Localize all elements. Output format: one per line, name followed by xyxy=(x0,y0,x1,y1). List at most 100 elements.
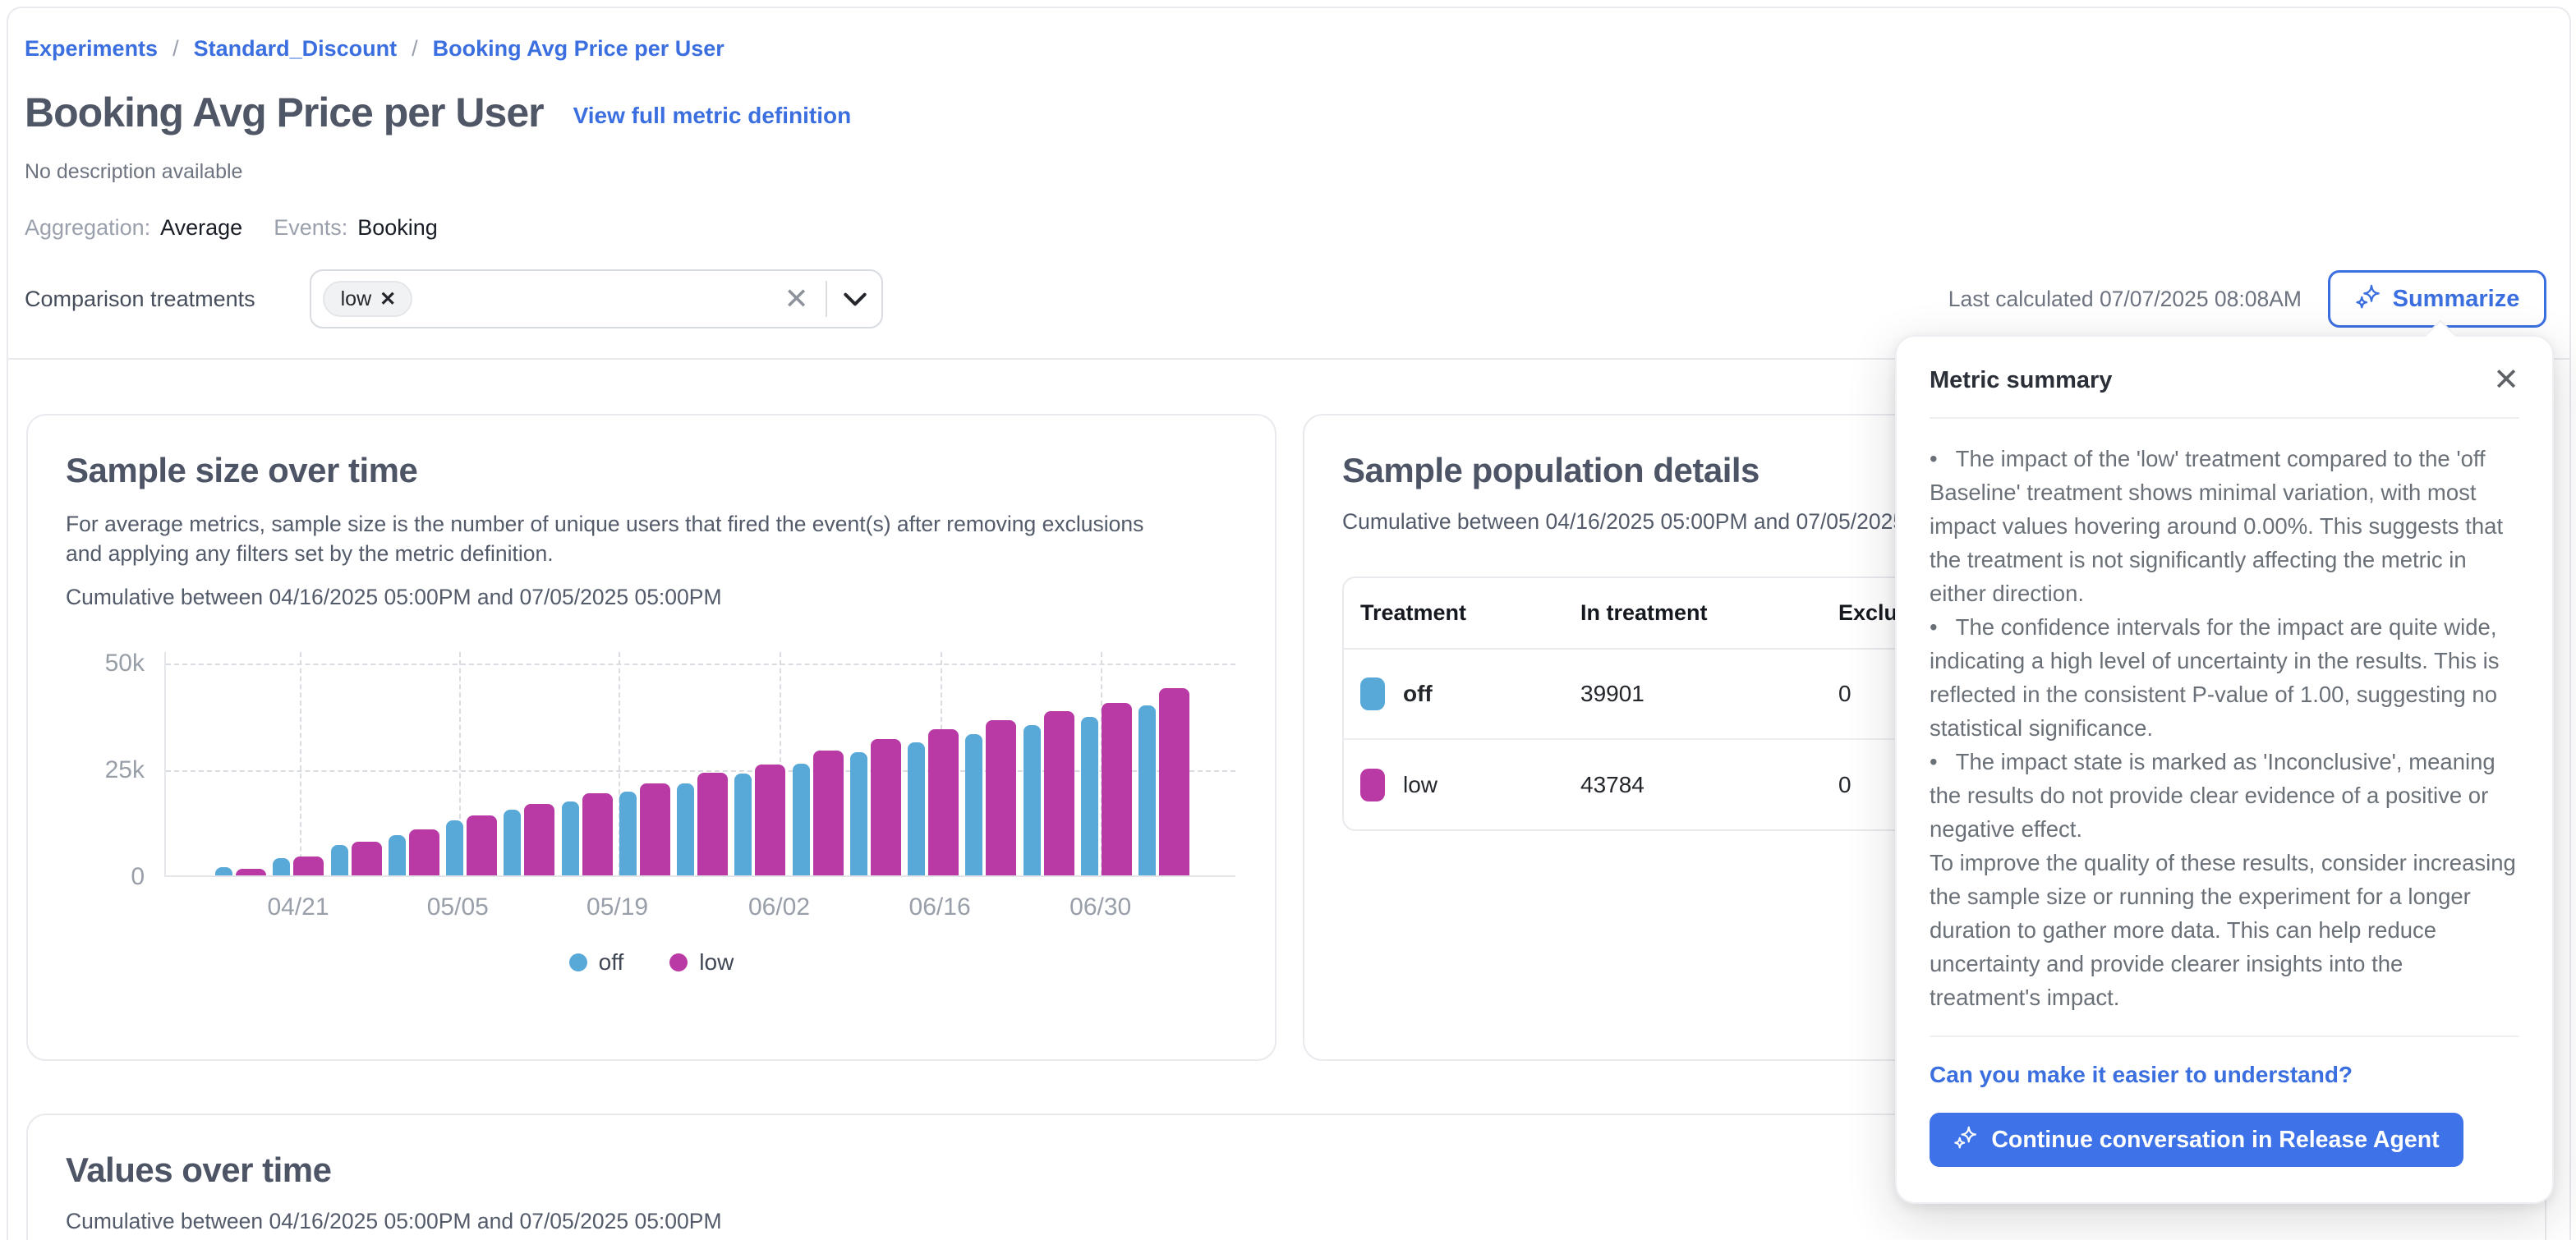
view-metric-definition-link[interactable]: View full metric definition xyxy=(573,103,852,129)
chip-remove-icon[interactable]: ✕ xyxy=(380,287,396,311)
bar-low[interactable] xyxy=(697,773,728,875)
bar-low[interactable] xyxy=(524,804,554,875)
comparison-treatments-select[interactable]: low ✕ ✕ xyxy=(310,269,883,328)
sparkles-icon xyxy=(2355,282,2381,315)
bar-off[interactable] xyxy=(504,810,521,875)
bar-low[interactable] xyxy=(352,842,382,875)
bar-off[interactable] xyxy=(793,764,810,875)
chart-plot-area: 025k50k xyxy=(164,652,1235,877)
breadcrumb-separator: / xyxy=(412,34,418,62)
bar-group xyxy=(619,783,670,875)
legend-label: off xyxy=(599,949,624,976)
breadcrumb-item[interactable]: Booking Avg Price per User xyxy=(433,34,724,62)
treatment-name: off xyxy=(1403,681,1433,707)
bar-group xyxy=(273,857,324,875)
values-over-time-cumulative: Cumulative between 04/16/2025 05:00PM an… xyxy=(66,1207,2507,1235)
bar-off[interactable] xyxy=(389,835,406,875)
bar-group xyxy=(908,729,959,875)
summarize-button[interactable]: Summarize xyxy=(2328,270,2546,328)
bar-low[interactable] xyxy=(755,765,785,875)
x-axis-tick-label: 06/30 xyxy=(1070,893,1131,921)
bar-off[interactable] xyxy=(677,783,694,875)
clear-icon[interactable]: ✕ xyxy=(784,284,808,314)
last-calculated-text: Last calculated 07/07/2025 08:08AM xyxy=(1948,287,2302,312)
select-divider xyxy=(826,281,827,317)
y-axis-tick-label: 50k xyxy=(105,650,145,677)
easier-to-understand-link[interactable]: Can you make it easier to understand? xyxy=(1930,1062,2353,1088)
x-axis-tick-label: 04/21 xyxy=(267,893,329,921)
in-treatment-value: 43784 xyxy=(1564,739,1822,829)
popover-divider-top xyxy=(1930,417,2519,419)
bar-group xyxy=(850,739,901,875)
bar-low[interactable] xyxy=(293,857,324,875)
bar-off[interactable] xyxy=(215,867,232,875)
popover-divider-bottom xyxy=(1930,1036,2519,1037)
legend-item-off[interactable]: off xyxy=(569,949,624,976)
chart-x-axis-labels: 04/2105/0505/1906/0206/1606/30 xyxy=(164,893,1235,926)
sample-size-chart: 025k50k 04/2105/0505/1906/0206/1606/30 o… xyxy=(66,652,1237,976)
sample-size-card: Sample size over time For average metric… xyxy=(26,414,1276,1061)
metric-meta: Aggregation: Average Events: Booking xyxy=(25,214,2546,241)
breadcrumb-item[interactable]: Standard_Discount xyxy=(194,34,398,62)
bar-off[interactable] xyxy=(331,845,348,875)
legend-item-low[interactable]: low xyxy=(669,949,734,976)
close-icon[interactable]: ✕ xyxy=(2493,365,2519,396)
table-header: In treatment xyxy=(1564,578,1822,649)
bar-low[interactable] xyxy=(467,815,497,875)
aggregation-label: Aggregation: xyxy=(25,214,150,241)
bar-off[interactable] xyxy=(1138,705,1156,875)
bar-off[interactable] xyxy=(1024,725,1041,875)
bar-low[interactable] xyxy=(582,793,613,875)
metric-summary-popover: Metric summary ✕ The impact of the 'low'… xyxy=(1895,335,2554,1204)
aggregation-value: Average xyxy=(160,214,242,241)
bar-low[interactable] xyxy=(236,869,266,875)
treatment-chip-label: low xyxy=(341,287,372,311)
bar-low[interactable] xyxy=(871,739,901,875)
treatment-color-swatch xyxy=(1360,769,1385,801)
bar-off[interactable] xyxy=(619,792,637,875)
summary-bullet: The impact of the 'low' treatment compar… xyxy=(1930,442,2519,610)
summary-bullet: The confidence intervals for the impact … xyxy=(1930,610,2519,745)
bar-off[interactable] xyxy=(446,820,463,875)
metric-description: No description available xyxy=(25,159,2546,184)
comparison-treatments-label: Comparison treatments xyxy=(25,287,255,312)
bar-low[interactable] xyxy=(640,783,670,875)
chart-legend: off low xyxy=(66,949,1237,976)
bar-low[interactable] xyxy=(813,751,844,875)
sample-size-cumulative: Cumulative between 04/16/2025 05:00PM an… xyxy=(66,583,1237,611)
events-label: Events: xyxy=(274,214,347,241)
y-axis-tick-label: 25k xyxy=(105,756,145,784)
x-axis-tick-label: 06/16 xyxy=(909,893,971,921)
bar-low[interactable] xyxy=(1044,711,1074,875)
bar-low[interactable] xyxy=(986,720,1016,875)
bar-group xyxy=(504,804,554,875)
y-axis-tick-label: 0 xyxy=(131,863,145,891)
bar-off[interactable] xyxy=(734,774,752,875)
treatment-chip-low[interactable]: low ✕ xyxy=(323,281,413,317)
continue-conversation-button[interactable]: Continue conversation in Release Agent xyxy=(1930,1113,2463,1167)
breadcrumb-separator: / xyxy=(172,34,179,62)
breadcrumb-item[interactable]: Experiments xyxy=(25,34,158,62)
bar-off[interactable] xyxy=(908,742,925,875)
bar-low[interactable] xyxy=(928,729,959,875)
bar-low[interactable] xyxy=(409,829,439,875)
continue-conversation-label: Continue conversation in Release Agent xyxy=(1991,1127,2439,1154)
popover-summary-text: The impact of the 'low' treatment compar… xyxy=(1930,442,2519,1014)
bar-off[interactable] xyxy=(1081,717,1098,875)
in-treatment-value: 39901 xyxy=(1564,649,1822,739)
bar-group xyxy=(1081,703,1132,875)
bar-low[interactable] xyxy=(1159,688,1189,875)
bar-off[interactable] xyxy=(965,734,982,875)
bar-off[interactable] xyxy=(562,801,579,875)
bar-group xyxy=(793,751,844,875)
x-axis-tick-label: 05/05 xyxy=(427,893,489,921)
bar-off[interactable] xyxy=(273,858,290,875)
bar-low[interactable] xyxy=(1102,703,1132,875)
chevron-down-icon[interactable] xyxy=(844,292,867,306)
summarize-label: Summarize xyxy=(2393,286,2520,313)
bar-group xyxy=(1138,688,1189,875)
bar-group xyxy=(389,829,439,875)
bar-off[interactable] xyxy=(850,752,867,875)
sample-size-description: For average metrics, sample size is the … xyxy=(66,509,1175,568)
bar-group xyxy=(1024,711,1074,875)
